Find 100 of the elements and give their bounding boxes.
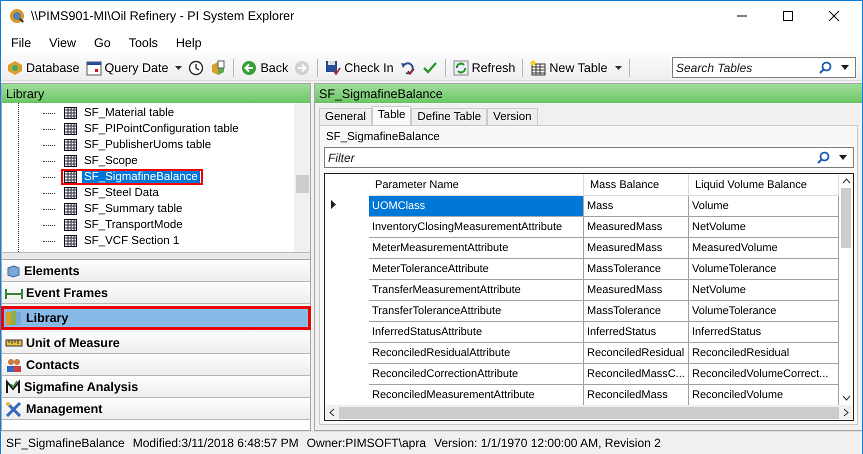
table-cell[interactable]: ReconciledResidualAttribute [369, 342, 584, 364]
status-text: Version: 1/1/1970 12:00:00 AM, Revision 2 [434, 436, 661, 450]
menu-item[interactable]: File [11, 36, 32, 50]
scrollbar[interactable] [325, 405, 853, 420]
scroll-right-icon[interactable] [843, 408, 849, 417]
search-icon [817, 151, 830, 164]
column-header[interactable]: Mass Balance [584, 174, 688, 196]
navigation-button[interactable]: Elements [2, 260, 310, 282]
tree-item[interactable]: SF_Summary table [82, 203, 184, 215]
cube-icon [5, 263, 21, 279]
caret-icon[interactable] [841, 65, 849, 70]
table-icon [64, 187, 77, 199]
column-header[interactable]: Liquid Volume Balance [688, 174, 838, 196]
toolbar-button[interactable]: Back [239, 58, 290, 76]
toolbar-button[interactable]: New Table [528, 58, 624, 76]
table-cell[interactable]: MeterToleranceAttribute [369, 258, 584, 280]
tree-item[interactable]: SF_SigmafineBalance [82, 171, 200, 183]
tree-item[interactable]: SF_Scope [82, 155, 140, 167]
table-cell[interactable]: InferredStatus [584, 322, 688, 342]
table-cell[interactable]: Volume [688, 196, 838, 216]
scrollbar[interactable] [294, 103, 310, 252]
caret-icon[interactable] [839, 155, 847, 160]
database-icon [7, 60, 23, 76]
tab[interactable]: Version [487, 108, 538, 125]
table-cell[interactable]: TransferToleranceAttribute [369, 300, 584, 322]
tree-item[interactable]: SF_Steel Data [82, 187, 161, 199]
menu-item[interactable]: Go [94, 36, 111, 50]
toolbar-button[interactable]: Check In [323, 58, 396, 76]
table-cell[interactable]: MeasuredVolume [688, 238, 838, 258]
tree-item[interactable]: SF_Material table [82, 107, 176, 119]
table-cell[interactable]: NetVolume [688, 280, 838, 300]
clock-icon [188, 60, 204, 76]
table-cell[interactable]: ReconciledMassC... [584, 364, 688, 384]
maximize-icon[interactable] [782, 10, 794, 22]
navigation-button[interactable]: Sigmafine Analysis [2, 376, 310, 398]
scroll-down-icon[interactable] [842, 395, 850, 401]
table-cell[interactable]: InventoryClosingMeasurementAttribute [369, 216, 584, 238]
table-cell[interactable]: UOMClass [369, 196, 584, 216]
status-text: Modified:3/11/2018 6:48:57 PM [132, 436, 299, 450]
tab[interactable]: Table [372, 106, 412, 125]
status-text: SF_SigmafineBalance [6, 436, 125, 450]
table-cell[interactable]: NetVolume [688, 216, 838, 238]
table-cell[interactable]: InferredStatusAttribute [369, 322, 584, 342]
checkmark-icon [422, 60, 438, 76]
table-cell[interactable]: InferredStatus [688, 322, 838, 342]
table-cell[interactable]: Mass [584, 196, 688, 216]
table-icon [64, 155, 77, 167]
search-icon [819, 61, 832, 74]
app-logo-icon [9, 8, 25, 24]
navigation-button[interactable]: Unit of Measure [2, 332, 310, 354]
scroll-left-icon[interactable] [329, 408, 335, 417]
search-field[interactable]: Search Tables [672, 57, 856, 78]
chart-logo-icon [5, 379, 21, 395]
tab[interactable]: Define Table [411, 108, 488, 125]
navigation-button[interactable]: Event Frames [2, 282, 310, 304]
window-title: \\PIMS901-MI\Oil Refinery - PI System Explorer [31, 9, 294, 23]
cube-icon [210, 60, 226, 76]
navigation-button[interactable]: Library [2, 307, 310, 329]
navigation-button[interactable]: Contacts [2, 354, 310, 376]
table-cell[interactable]: VolumeTolerance [688, 300, 838, 322]
table-cell[interactable]: MassTolerance [584, 300, 688, 322]
table-icon [64, 123, 77, 135]
table-cell[interactable]: ReconciledResidual [688, 342, 838, 364]
tree-item[interactable]: SF_VCF Section 1 [82, 235, 182, 247]
table-cell[interactable]: ReconciledCorrectionAttribute [369, 364, 584, 384]
table-cell[interactable]: MeasuredMass [584, 280, 688, 300]
table-icon [64, 171, 77, 183]
close-icon[interactable] [828, 10, 840, 22]
tree-item[interactable]: SF_TransportMode [82, 219, 185, 231]
menu-item[interactable]: Tools [128, 36, 158, 50]
scroll-up-icon[interactable] [842, 178, 850, 184]
table-cell[interactable]: ReconciledVolumeCorrect... [688, 364, 838, 384]
menu-item[interactable]: Help [176, 36, 202, 50]
filter-field[interactable]: Filter [324, 147, 854, 168]
people-icon [5, 357, 23, 373]
calendar-icon [86, 60, 102, 76]
new-table-icon [530, 60, 546, 76]
table-cell[interactable]: VolumeTolerance [688, 258, 838, 280]
tree-item[interactable]: SF_PIPointConfiguration table [82, 123, 241, 135]
table-cell[interactable]: MeterMeasurementAttribute [369, 238, 584, 258]
toolbar-button[interactable]: Query Date [84, 58, 184, 76]
table-icon [64, 235, 77, 247]
menu-item[interactable]: View [49, 36, 76, 50]
table-cell[interactable]: MassTolerance [584, 258, 688, 280]
scroll-thumb[interactable] [841, 188, 851, 248]
tab[interactable]: General [319, 108, 372, 125]
refresh-icon [452, 60, 469, 76]
table-cell[interactable]: ReconciledResidual [584, 342, 688, 364]
table-cell[interactable]: MeasuredMass [584, 238, 688, 258]
status-text: Owner:PIMSOFT\apra [306, 436, 426, 450]
table-cell[interactable]: TransferMeasurementAttribute [369, 280, 584, 300]
toolbar-button[interactable]: Refresh [450, 58, 518, 76]
panel-title: Library [6, 86, 44, 100]
undo-icon [400, 60, 416, 76]
tree-item[interactable]: SF_PublisherUoms table [82, 139, 214, 151]
toolbar-button[interactable]: Database [5, 58, 82, 76]
navigation-button[interactable]: Management [2, 398, 310, 420]
table-icon [64, 219, 77, 231]
table-cell[interactable]: MeasuredMass [584, 216, 688, 238]
caret-icon [175, 66, 182, 70]
